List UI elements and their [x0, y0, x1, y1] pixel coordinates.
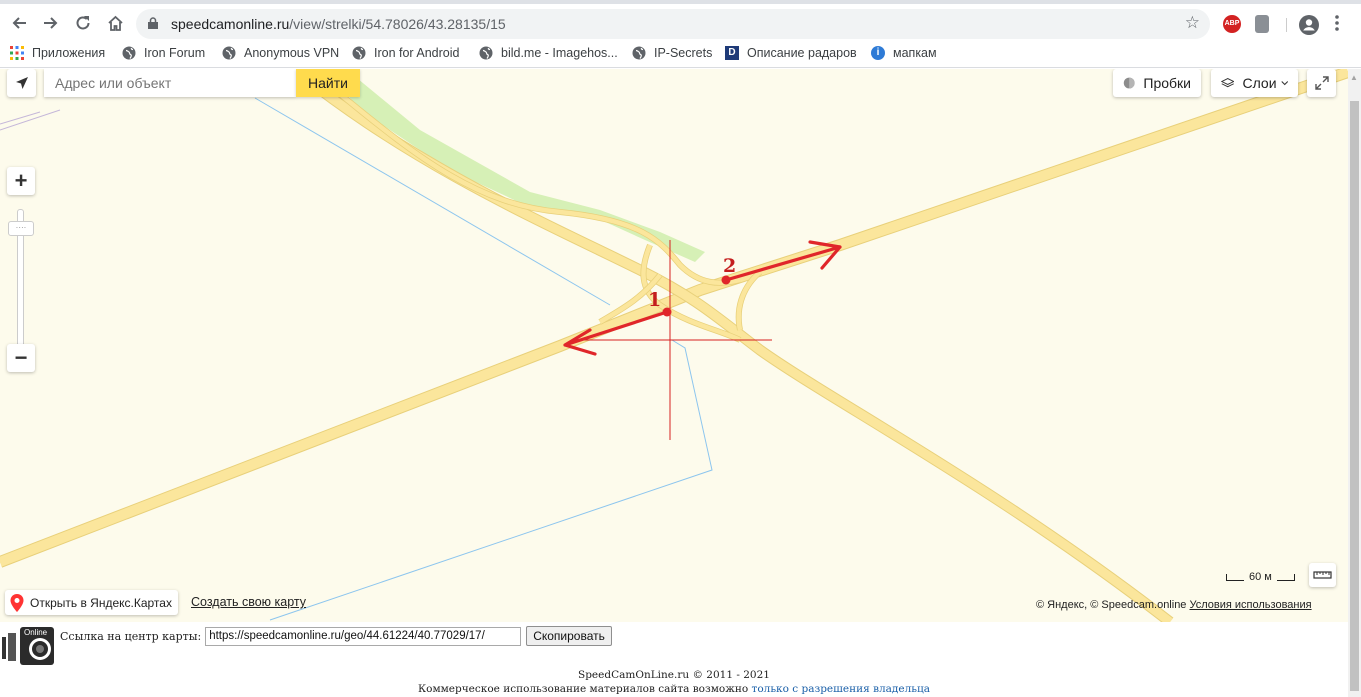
- lock-icon: [148, 17, 158, 29]
- scrollbar-thumb[interactable]: [1350, 101, 1359, 691]
- marker-2-label: 2: [723, 255, 736, 277]
- ruler-icon: [1313, 571, 1332, 579]
- info-icon: i: [871, 46, 885, 60]
- layers-button[interactable]: Слои: [1211, 69, 1298, 97]
- fullscreen-button[interactable]: [1307, 69, 1336, 97]
- map-copyright: © Яндекс, © Speedcam.online Условия испо…: [1036, 599, 1312, 611]
- copy-button[interactable]: Скопировать: [526, 626, 612, 646]
- open-in-yandex-maps-button[interactable]: Открыть в Яндекс.Картах: [5, 590, 178, 615]
- bookmark-label: мапкам: [893, 46, 937, 60]
- water-line: [0, 111, 41, 125]
- center-link-input[interactable]: [205, 626, 522, 646]
- layers-label: Слои: [1242, 75, 1277, 91]
- center-link-label: Ссылка на центр карты:: [60, 629, 202, 643]
- terms-link[interactable]: Условия использования: [1190, 599, 1312, 611]
- globe-icon: [632, 46, 646, 60]
- chevron-down-icon: [1280, 81, 1288, 86]
- bookmark-anonymous-vpn[interactable]: Anonymous VPN: [222, 46, 339, 60]
- bookmark-ip-secrets[interactable]: IP-Secrets: [632, 46, 712, 60]
- water-line: [0, 109, 61, 131]
- marker-1-label: 1: [648, 289, 661, 311]
- marker-1-dot: [662, 307, 672, 317]
- scale-label: 60 м: [1249, 571, 1272, 583]
- toolbar-divider: [1286, 18, 1287, 32]
- footer-usage-note: Коммерческое использование материалов са…: [0, 683, 1348, 695]
- map-pin-icon: [10, 593, 24, 612]
- bookmark-bild-me[interactable]: bild.me - Imagehos...: [479, 46, 618, 60]
- open-yandex-label: Открыть в Яндекс.Картах: [30, 595, 172, 610]
- bookmark-label: IP-Secrets: [654, 46, 713, 60]
- shield-extension-icon[interactable]: [1255, 15, 1269, 33]
- map-scale: 60 м: [1226, 571, 1295, 583]
- layers-icon: [1221, 77, 1235, 88]
- find-button[interactable]: Найти: [296, 69, 360, 97]
- footer-usage-text: Коммерческое использование материалов са…: [418, 683, 749, 695]
- map-canvas[interactable]: 1 2 Найти Пробки Слои + ···· − 60 м: [0, 69, 1348, 622]
- page-content: 1 2 Найти Пробки Слои + ···· − 60 м: [0, 69, 1348, 697]
- scale-bar-right: [1276, 573, 1295, 581]
- scale-bar-left: [1226, 573, 1244, 581]
- bookmark-apps[interactable]: Приложения: [10, 46, 105, 60]
- address-bar[interactable]: speedcamonline.ru/view/strelki/54.78026/…: [136, 9, 1210, 39]
- globe-icon: [222, 46, 236, 60]
- traffic-button[interactable]: Пробки: [1113, 69, 1201, 97]
- bookmark-label: Приложения: [32, 46, 106, 60]
- traffic-label: Пробки: [1143, 75, 1191, 91]
- zoom-slider-handle[interactable]: ····: [8, 221, 34, 236]
- home-icon[interactable]: [104, 12, 126, 34]
- scroll-up-icon[interactable]: ▲: [1350, 73, 1358, 82]
- bookmark-label: bild.me - Imagehos...: [501, 46, 618, 60]
- ruler-button[interactable]: [1309, 563, 1336, 587]
- zoom-in-button[interactable]: +: [7, 167, 35, 195]
- speedcam-logo: Online: [0, 625, 56, 667]
- bookmark-label: Описание радаров: [747, 46, 857, 60]
- map-roads: 1 2: [0, 69, 1348, 622]
- back-icon[interactable]: [8, 12, 30, 34]
- bookmarks-bar: Приложения Iron Forum Anonymous VPN Iron…: [0, 40, 1361, 68]
- main-road-sw-ne: [0, 69, 1348, 567]
- footer-copyright: SpeedCamOnLine.ru © 2011 - 2021: [578, 669, 770, 681]
- center-link-row: Ссылка на центр карты: Скопировать: [60, 626, 612, 646]
- owner-permission-link[interactable]: только с разрешения владельца: [752, 683, 930, 695]
- globe-icon: [479, 46, 493, 60]
- url-text: speedcamonline.ru/view/strelki/54.78026/…: [171, 16, 506, 32]
- globe-icon: [352, 46, 366, 60]
- apps-grid-icon: [10, 46, 24, 60]
- copyright-text: © Яндекс, © Speedcam.online: [1036, 599, 1187, 611]
- bookmark-label: Iron for Android: [374, 46, 460, 60]
- map-search-input[interactable]: [44, 69, 296, 97]
- adblock-extension-icon[interactable]: ABP: [1223, 15, 1241, 33]
- profile-icon[interactable]: [1299, 15, 1319, 35]
- page-scrollbar[interactable]: ▲: [1348, 69, 1361, 697]
- menu-dots-icon[interactable]: [1330, 12, 1344, 34]
- navigation-arrow-icon: [15, 77, 28, 89]
- zoom-out-button[interactable]: −: [7, 344, 35, 372]
- map-center-crosshair: [575, 240, 772, 440]
- expand-icon: [1314, 76, 1329, 90]
- traffic-icon: [1123, 77, 1135, 89]
- bookmark-iron-for-android[interactable]: Iron for Android: [352, 46, 459, 60]
- bookmark-mapcam[interactable]: i мапкам: [871, 46, 937, 60]
- forward-icon[interactable]: [40, 12, 62, 34]
- reload-icon[interactable]: [72, 12, 94, 34]
- bookmark-label: Iron Forum: [144, 46, 206, 60]
- d-icon: D: [725, 46, 739, 60]
- water-line: [269, 339, 713, 621]
- bookmark-label: Anonymous VPN: [244, 46, 340, 60]
- star-icon[interactable]: ☆: [1185, 13, 1200, 33]
- bookmark-radar-description[interactable]: D Описание радаров: [725, 46, 857, 60]
- bookmark-iron-forum[interactable]: Iron Forum: [122, 46, 205, 60]
- logo-text: Online: [24, 628, 48, 637]
- geolocation-button[interactable]: [7, 69, 36, 97]
- create-map-link[interactable]: Создать свою карту: [191, 595, 306, 609]
- browser-toolbar: speedcamonline.ru/view/strelki/54.78026/…: [0, 0, 1361, 40]
- globe-icon: [122, 46, 136, 60]
